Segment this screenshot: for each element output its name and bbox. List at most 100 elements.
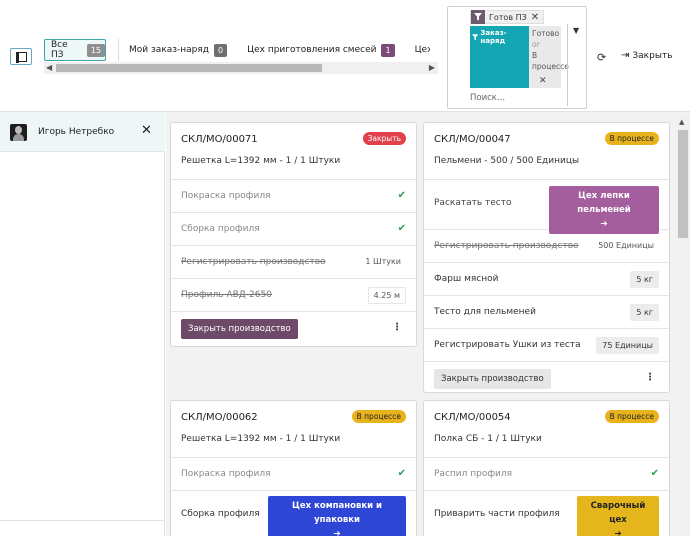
- row-label: Тесто для пельменей: [434, 307, 536, 317]
- tab-label: Цех с: [414, 45, 430, 55]
- qty-value[interactable]: 4.25 м: [367, 287, 406, 304]
- mo-card[interactable]: СКЛ/MO/00047 В процессе Пельмени - 500 /…: [423, 122, 670, 393]
- register-production-row[interactable]: Регистрировать производство 1 Штуки: [171, 246, 416, 279]
- component-row[interactable]: Тесто для пельменей 5 кг: [424, 296, 669, 329]
- workcenter-button[interactable]: Цех лепки пельменей ➔: [549, 186, 659, 234]
- workorder-row[interactable]: Покраска профиля ✔: [171, 458, 416, 491]
- mo-product: Решетка L=1392 мм - 1 / 1 Штуки: [181, 434, 341, 444]
- close-button[interactable]: ⇥ Закрыть: [621, 50, 672, 61]
- status-badge: В процессе: [604, 132, 659, 145]
- register-byproduct-row[interactable]: Регистрировать Ушки из теста 75 Единицы: [424, 329, 669, 362]
- row-label: Распил профиля: [434, 469, 513, 479]
- workorder-row[interactable]: Сборка профиля ✔: [171, 213, 416, 246]
- row-label: Сборка профиля: [181, 509, 260, 519]
- employee-name: Игорь Нетребко: [38, 127, 115, 137]
- tab-my-workorders[interactable]: Мой заказ-наряд 0: [119, 43, 237, 57]
- component-row[interactable]: Фарш мясной 5 кг: [424, 263, 669, 296]
- mo-card[interactable]: СКЛ/MO/00054 В процессе Полка СБ - 1 / 1…: [423, 400, 670, 536]
- check-icon: ✔: [397, 190, 406, 201]
- component-row[interactable]: Профиль АВД-2650 4.25 м: [171, 279, 416, 312]
- qty-value[interactable]: 5 кг: [630, 271, 659, 288]
- mo-product: Полка СБ - 1 / 1 Штуки: [434, 434, 542, 444]
- workcenter-button[interactable]: Цех компановки и упаковки ➔: [268, 496, 406, 536]
- facet-value: В процессе: [532, 51, 569, 71]
- search-box[interactable]: Готов ПЗ ✕ Заказ-наряд Готово or В проце…: [447, 6, 587, 109]
- qty-value: 500 Единицы: [593, 238, 659, 253]
- check-icon: ✔: [397, 223, 406, 234]
- close-icon[interactable]: ✕: [539, 76, 547, 87]
- qty-value[interactable]: 5 кг: [630, 304, 659, 321]
- workcenter-button[interactable]: Сварочный цех ➔: [577, 496, 659, 536]
- mo-card[interactable]: СКЛ/MO/00062 В процессе Решетка L=1392 м…: [170, 400, 417, 536]
- mo-product: Решетка L=1392 мм - 1 / 1 Штуки: [181, 156, 341, 166]
- caret-down-icon: ▼: [573, 26, 580, 35]
- tab-label: Цех приготовления смесей: [247, 45, 377, 55]
- close-production-button[interactable]: Закрыть производство: [434, 369, 551, 389]
- card-header[interactable]: СКЛ/MO/00054 В процессе Полка СБ - 1 / 1…: [424, 401, 669, 458]
- tab-all-mo[interactable]: Все ПЗ 15: [44, 39, 106, 61]
- kebab-menu-icon[interactable]: ⋮: [645, 372, 655, 383]
- close-icon[interactable]: ✕: [141, 123, 152, 138]
- mo-card[interactable]: СКЛ/MO/00071 Закрыть Решетка L=1392 мм -…: [170, 122, 417, 347]
- close-icon[interactable]: ✕: [531, 12, 543, 23]
- tab-count-badge: 0: [214, 43, 228, 57]
- main-scrollbar[interactable]: ▲: [676, 114, 690, 536]
- register-production-row[interactable]: Регистрировать производство 500 Единицы: [424, 230, 669, 263]
- card-header[interactable]: СКЛ/MO/00062 В процессе Решетка L=1392 м…: [171, 401, 416, 458]
- panel-divider: [0, 520, 165, 536]
- tab-count-badge: 1: [381, 43, 395, 57]
- tab-count-badge: 15: [86, 43, 105, 57]
- workorder-row[interactable]: Раскатать тесто Цех лепки пельменей ➔: [424, 180, 669, 234]
- facet-value: Готов ПЗ: [489, 12, 527, 22]
- status-badge: В процессе: [604, 410, 659, 423]
- kebab-menu-icon[interactable]: ⋮: [392, 322, 402, 333]
- mo-cards-area: СКЛ/MO/00071 Закрыть Решетка L=1392 мм -…: [166, 112, 690, 536]
- qty-value[interactable]: 75 Единицы: [596, 337, 659, 354]
- scroll-right-icon[interactable]: ▶: [429, 63, 435, 72]
- filter-icon: [472, 33, 479, 40]
- card-footer: Закрыть производство ⋮: [424, 362, 669, 396]
- panel-toggle-icon[interactable]: [10, 48, 32, 65]
- workorder-row[interactable]: Сборка профиля Цех компановки и упаковки…: [171, 491, 416, 536]
- tab-workcenter-partial[interactable]: Цех с +: [405, 43, 430, 57]
- card-header[interactable]: СКЛ/MO/00071 Закрыть Решетка L=1392 мм -…: [171, 123, 416, 180]
- search-facet-filter[interactable]: Готов ПЗ ✕: [470, 10, 545, 24]
- mo-product: Пельмени - 500 / 500 Единицы: [434, 156, 580, 166]
- workcenter-tabs: Мой заказ-наряд 0 Цех приготовления смес…: [118, 39, 430, 61]
- tab-mixing-workcenter[interactable]: Цех приготовления смесей 1: [237, 43, 404, 57]
- avatar: [10, 124, 27, 141]
- row-label: Регистрировать производство: [181, 257, 326, 267]
- close-production-button[interactable]: Закрыть производство: [181, 319, 298, 339]
- refresh-icon[interactable]: ⟳: [597, 51, 606, 64]
- card-header[interactable]: СКЛ/MO/00047 В процессе Пельмени - 500 /…: [424, 123, 669, 180]
- facet-values: Готово or В процессе ✕: [529, 26, 569, 88]
- scrollbar-thumb[interactable]: [56, 64, 322, 72]
- arrow-right-icon: ➔: [600, 219, 608, 229]
- workorder-row[interactable]: Приварить части профиля Сварочный цех ➔: [424, 491, 669, 536]
- facet-value: Готово: [532, 29, 560, 38]
- workcenter-label: Цех компановки и упаковки: [292, 501, 382, 525]
- search-dropdown-toggle[interactable]: ▼: [567, 24, 587, 106]
- employee-panel: Игорь Нетребко ✕: [0, 112, 165, 536]
- sign-out-icon: ⇥: [621, 50, 630, 61]
- scroll-left-icon[interactable]: ◀: [46, 63, 52, 72]
- facet-label-text: Заказ-наряд: [480, 29, 507, 45]
- search-input[interactable]: Поиск...: [470, 93, 505, 103]
- row-label: Профиль АВД-2650: [181, 290, 272, 300]
- scroll-up-icon[interactable]: ▲: [679, 118, 684, 126]
- check-icon: ✔: [397, 468, 406, 479]
- mo-reference: СКЛ/MO/00047: [434, 134, 511, 145]
- arrow-right-icon: ➔: [614, 529, 622, 536]
- scrollbar-thumb[interactable]: [678, 130, 688, 238]
- workcenter-label: Цех лепки пельменей: [577, 191, 631, 215]
- mo-reference: СКЛ/MO/00062: [181, 412, 258, 423]
- tabs-scrollbar[interactable]: ◀ ▶: [44, 62, 438, 74]
- status-badge: В процессе: [351, 410, 406, 423]
- check-icon: ✔: [650, 468, 659, 479]
- control-panel: Все ПЗ 15 Мой заказ-наряд 0 Цех приготов…: [0, 0, 690, 112]
- employee-row[interactable]: Игорь Нетребко ✕: [0, 112, 165, 152]
- workorder-row[interactable]: Покраска профиля ✔: [171, 180, 416, 213]
- workorder-row[interactable]: Распил профиля ✔: [424, 458, 669, 491]
- close-label: Закрыть: [632, 50, 673, 61]
- search-facet-groupby[interactable]: Заказ-наряд Готово or В процессе ✕: [470, 26, 569, 88]
